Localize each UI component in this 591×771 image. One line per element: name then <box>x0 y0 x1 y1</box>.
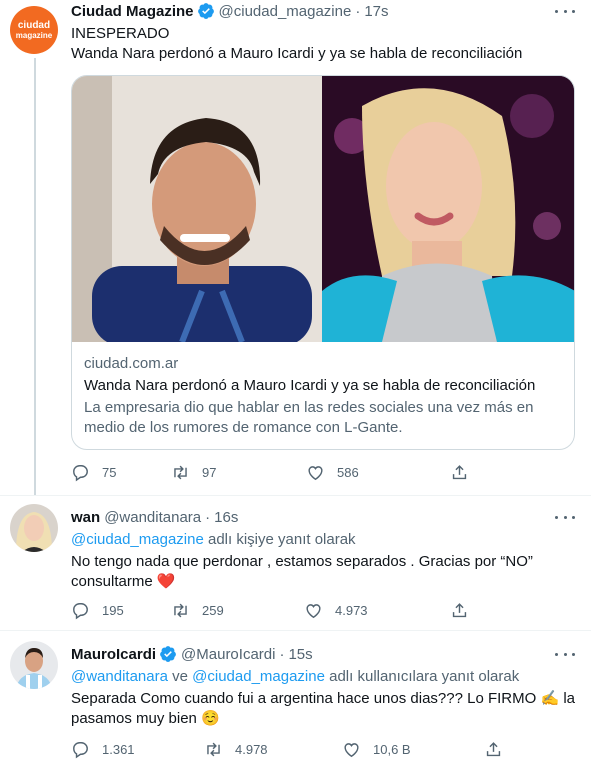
avatar[interactable] <box>10 641 58 689</box>
tweet-actions: 75 97 586 <box>71 462 511 482</box>
retweet-count: 259 <box>202 602 224 618</box>
user-handle[interactable]: @ciudad_magazine <box>219 3 352 20</box>
share-button[interactable] <box>450 463 469 482</box>
like-button[interactable]: 10,6 B <box>342 740 484 759</box>
retweet-button[interactable]: 259 <box>171 601 304 620</box>
reply-count: 1.361 <box>102 741 135 757</box>
reply-button[interactable]: 1.361 <box>71 740 204 759</box>
tweet-actions: 195 259 4.973 <box>71 600 511 620</box>
reply-context-suffix: adlı kullanıcılara yanıt olarak <box>324 668 520 685</box>
share-button[interactable] <box>450 601 469 620</box>
card-domain: ciudad.com.ar <box>84 355 179 372</box>
reply-context-text: ve <box>167 668 193 685</box>
reply-mention-link[interactable]: @wanditanara <box>71 668 168 685</box>
more-options-icon[interactable] <box>555 4 575 18</box>
share-icon <box>452 464 467 479</box>
reply-count: 195 <box>102 602 124 618</box>
heart-icon <box>306 603 321 618</box>
share-icon <box>486 741 501 756</box>
tweet-header: MauroIcardi @MauroIcardi · 15s <box>71 644 581 664</box>
reply-icon <box>73 741 88 758</box>
heart-icon <box>344 742 359 757</box>
separator-dot: · <box>355 2 361 20</box>
tweet-text-line-2: Wanda Nara perdonó a Mauro Icardi y ya s… <box>71 45 523 62</box>
tweet-mauroicardi[interactable]: MauroIcardi @MauroIcardi · 15s @wanditan… <box>0 631 591 771</box>
card-image <box>72 76 574 342</box>
tweet-wanditanara[interactable]: wan @wanditanara · 16s @ciudad_magazine … <box>0 496 591 630</box>
photo-mauro-icardi <box>72 76 322 342</box>
display-name[interactable]: Ciudad Magazine <box>71 3 194 20</box>
user-handle[interactable]: @MauroIcardi <box>181 646 275 663</box>
avatar-logo-text-2: magazine <box>15 30 53 40</box>
reply-icon <box>73 464 88 481</box>
writing-hand-emoji: ✍️ <box>540 690 560 707</box>
reply-context-text: adlı kişiye yanıt olarak <box>203 531 356 548</box>
more-options-icon[interactable] <box>555 510 575 524</box>
red-heart-emoji: ❤️ <box>156 573 176 590</box>
like-count: 586 <box>337 464 359 480</box>
tweet-header: wan @wanditanara · 16s <box>71 507 581 527</box>
more-options-icon[interactable] <box>555 647 575 661</box>
share-icon <box>452 602 467 617</box>
display-name[interactable]: MauroIcardi <box>71 646 156 663</box>
tweet-header: Ciudad Magazine @ciudad_magazine · 17s <box>71 1 581 21</box>
timestamp[interactable]: 16s <box>214 509 238 526</box>
like-count: 10,6 B <box>373 741 411 757</box>
retweet-icon <box>207 742 220 756</box>
heart-icon <box>308 465 323 480</box>
reply-button[interactable]: 195 <box>71 601 171 620</box>
retweet-button[interactable]: 4.978 <box>204 740 342 759</box>
retweet-button[interactable]: 97 <box>171 463 306 482</box>
like-count: 4.973 <box>335 602 368 618</box>
like-button[interactable]: 4.973 <box>304 601 450 620</box>
avatar[interactable] <box>10 504 58 552</box>
photo-wanda-nara <box>322 76 574 342</box>
user-handle[interactable]: @wanditanara <box>104 509 201 526</box>
reply-mention-link[interactable]: @ciudad_magazine <box>71 531 204 548</box>
retweet-count: 97 <box>202 464 217 480</box>
retweet-icon <box>174 603 187 617</box>
link-preview-card[interactable]: ciudad.com.ar Wanda Nara perdonó a Mauro… <box>71 75 575 450</box>
avatar[interactable]: ciudad magazine <box>10 6 58 54</box>
tweet-text-body: No tengo nada que perdonar , estamos sep… <box>71 553 533 590</box>
card-description: La empresaria dio que hablar en las rede… <box>84 399 534 436</box>
avatar-logo-text: ciudad <box>17 19 51 31</box>
smiling-face-emoji: ☺️ <box>201 710 220 727</box>
share-button[interactable] <box>484 740 503 759</box>
tweet-text: Separada Como cuando fui a argentina hac… <box>71 689 581 729</box>
reply-count: 75 <box>102 464 117 480</box>
tweet-ciudad-magazine[interactable]: ciudad magazine Ciudad Magazine @ciudad_… <box>0 0 591 495</box>
display-name[interactable]: wan <box>71 509 100 526</box>
tweet-actions: 1.361 4.978 10,6 B <box>71 739 511 759</box>
reply-button[interactable]: 75 <box>71 463 171 482</box>
retweet-count: 4.978 <box>235 741 268 757</box>
verified-badge-icon <box>197 3 214 19</box>
verified-badge-icon <box>160 646 176 662</box>
reply-context: @ciudad_magazine adlı kişiye yanıt olara… <box>71 530 581 550</box>
tweet-text-body: Separada Como cuando fui a argentina hac… <box>71 690 541 707</box>
tweet-text: No tengo nada que perdonar , estamos sep… <box>71 552 581 592</box>
reply-context: @wanditanara ve @ciudad_magazine adlı ku… <box>71 667 581 687</box>
reply-icon <box>73 602 88 619</box>
timestamp[interactable]: 17s <box>364 3 388 20</box>
like-button[interactable]: 586 <box>306 463 450 482</box>
timestamp[interactable]: 15s <box>288 646 312 663</box>
reply-mention-link-2[interactable]: @ciudad_magazine <box>192 668 325 685</box>
retweet-icon <box>174 465 187 479</box>
separator-dot: · <box>279 645 285 663</box>
tweet-text-line-1: INESPERADO <box>71 25 170 42</box>
card-title: Wanda Nara perdonó a Mauro Icardi y ya s… <box>84 377 536 394</box>
separator-dot: · <box>205 508 211 526</box>
